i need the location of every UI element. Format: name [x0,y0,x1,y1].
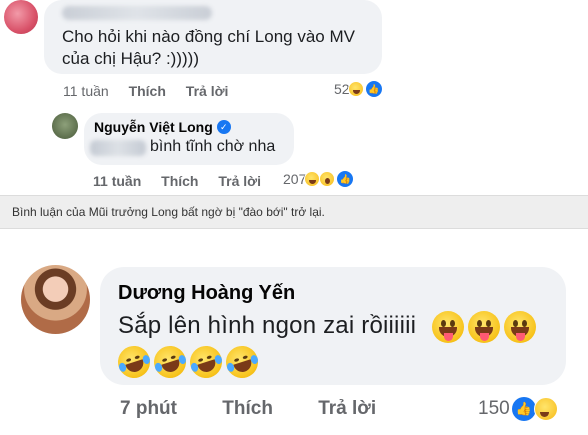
reply-meta: 11 tuần Thích Trả lời [93,173,277,189]
haha-icon [347,81,364,97]
verified-badge-icon: ✓ [216,120,231,134]
haha-icon [533,397,558,421]
tongue-face-icon [432,311,464,343]
reply-link-large[interactable]: Trả lời [318,398,376,420]
comment-meta-large: 7 phút Thích Trả lời [120,398,416,420]
comment-meta: 11 tuần Thích Trả lời [63,83,244,99]
blurred-commenter-name [62,6,212,20]
laughing-tears-icon [113,341,155,383]
reply-link[interactable]: Trả lời [186,83,229,99]
like-link-large[interactable]: Thích [222,398,273,420]
comment-time[interactable]: 11 tuần [63,83,109,99]
commenter-avatar-large[interactable] [21,265,90,334]
blurred-mention [90,140,146,156]
tongue-face-icon [468,311,500,343]
like-icon: 👍 [511,397,536,421]
emoji-inline-row [432,311,536,343]
laughing-tears-icon [149,341,191,383]
reply-reply-link[interactable]: Trả lời [218,173,261,189]
like-link[interactable]: Thích [129,83,166,99]
laughing-tears-icon [185,341,227,383]
like-icon: 👍 [337,171,354,187]
reply-time[interactable]: 11 tuần [93,173,141,189]
reply-reaction-count: 207 [283,171,307,187]
haha-icon [304,171,321,187]
commenter-avatar[interactable] [4,0,38,34]
emoji-second-row [113,341,263,383]
reply-reaction-summary[interactable]: 207 👍 [283,171,354,187]
wow-icon [319,171,336,187]
like-icon: 👍 [365,81,382,97]
caption-text: Bình luận của Mũi trưởng Long bất ngờ bị… [12,205,325,219]
reply-author-name[interactable]: Nguyễn Việt Long [94,119,213,135]
comment-text-large: Sắp lên hình ngon zai rồiiiiii [118,312,417,339]
reply-like-link[interactable]: Thích [161,173,198,189]
reaction-count-large: 150 [478,398,510,419]
reply-text: bình tĩnh chờ nha [150,138,276,155]
reaction-summary-large[interactable]: 150 👍 [478,397,558,421]
comment-text: Cho hỏi khi nào đồng chí Long vào MV của… [62,27,355,68]
laughing-tears-icon [221,341,263,383]
reaction-summary[interactable]: 52 👍 [334,81,382,97]
comment-author[interactable]: Dương Hoàng Yến [118,282,295,305]
tongue-face-icon [504,311,536,343]
reply-author[interactable]: Nguyễn Việt Long ✓ [94,119,231,135]
reply-avatar[interactable] [52,113,78,139]
caption-bar: Bình luận của Mũi trưởng Long bất ngờ bị… [0,195,588,229]
comment-time-large[interactable]: 7 phút [120,398,177,420]
